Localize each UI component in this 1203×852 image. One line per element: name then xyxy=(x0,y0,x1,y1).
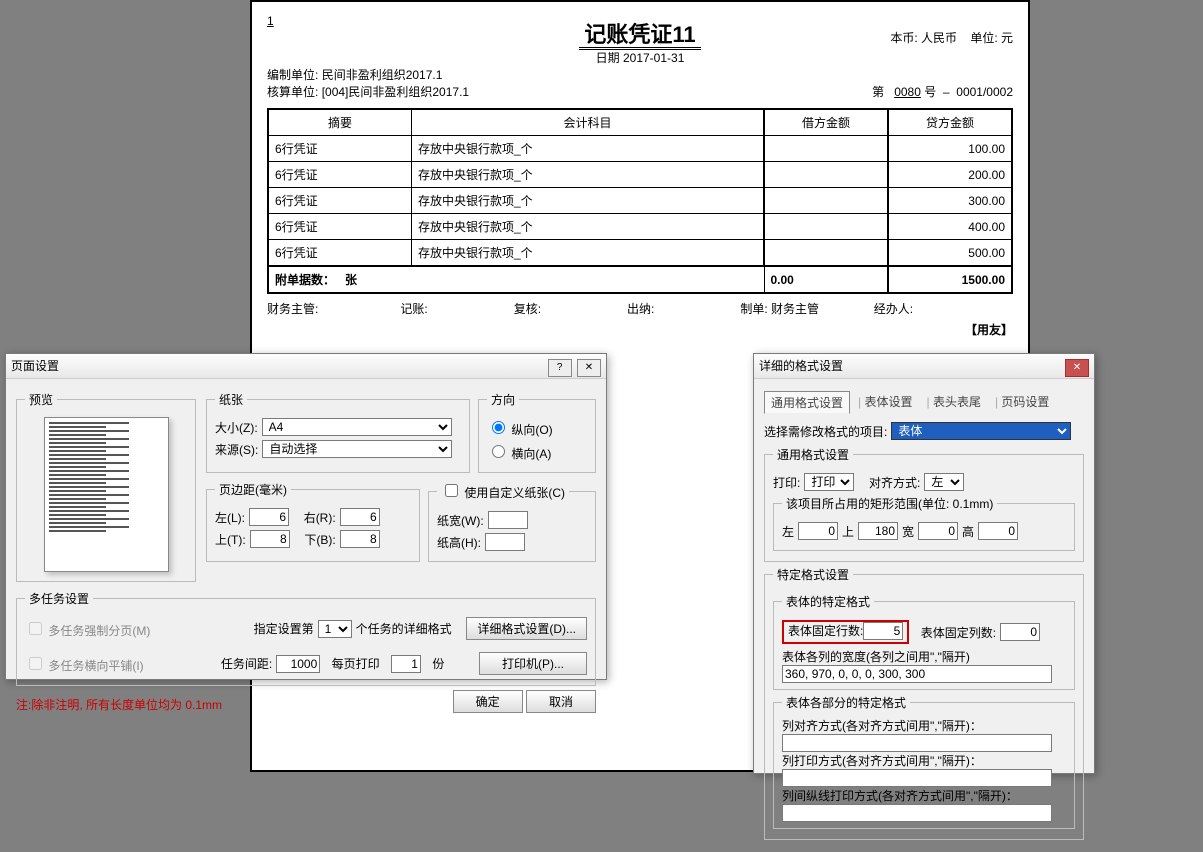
paper-size-select[interactable]: A4 xyxy=(262,418,452,436)
rect-width-input[interactable] xyxy=(918,522,958,540)
highlighted-fixrow: 表体固定行数: xyxy=(782,620,909,644)
per-page-input[interactable] xyxy=(391,655,421,673)
preview-group: 预览 xyxy=(16,391,196,582)
custom-paper-group: 使用自定义纸张(C) 纸宽(W): 纸高(H): xyxy=(428,481,596,562)
task-gap-input[interactable] xyxy=(276,655,320,673)
voucher-table: 摘要 会计科目 借方金额 贷方金额 6行凭证存放中央银行款项_个100.00 6… xyxy=(267,108,1013,294)
rect-height-input[interactable] xyxy=(978,522,1018,540)
dialog-title: 页面设置 xyxy=(11,354,59,378)
voucher-sequence: 第 0080 号 – 0001/0002 xyxy=(872,83,1013,100)
paper-group: 纸张 大小(Z):A4 来源(S):自动选择 xyxy=(206,391,470,473)
detail-format-button[interactable]: 详细格式设置(D)... xyxy=(466,617,587,640)
item-select[interactable]: 表体 xyxy=(891,422,1071,440)
tab-body[interactable]: 表体设置 xyxy=(852,391,918,414)
sum-row: 附单据数： 张 0.001500.00 xyxy=(268,266,1012,293)
brand-mark: 【用友】 xyxy=(267,321,1013,338)
dialog-titlebar: 详细的格式设置 ✕ xyxy=(754,354,1094,379)
force-page-checkbox[interactable]: 多任务强制分页(M) xyxy=(25,619,150,639)
table-row: 6行凭证存放中央银行款项_个300.00 xyxy=(268,188,1012,214)
margin-top-input[interactable] xyxy=(250,530,290,548)
preview-thumb xyxy=(44,417,169,572)
dialog-title: 详细的格式设置 xyxy=(759,354,843,378)
specific-format-group: 特定格式设置 表体的特定格式 表体固定行数: 表体固定列数: 表体各列的宽度(各… xyxy=(764,566,1084,840)
voucher-footer: 财务主管: 记账: 复核: 出纳: 制单: 财务主管 经办人: xyxy=(267,300,1013,317)
rect-left-input[interactable] xyxy=(798,522,838,540)
margin-bottom-input[interactable] xyxy=(340,530,380,548)
detail-format-dialog: 详细的格式设置 ✕ 通用格式设置 表体设置 表头表尾 页码设置 选择需修改格式的… xyxy=(753,353,1095,774)
paper-width-input xyxy=(488,511,528,529)
fixcol-input[interactable] xyxy=(1000,623,1040,641)
table-row: 6行凭证存放中央银行款项_个400.00 xyxy=(268,214,1012,240)
table-row: 6行凭证存放中央银行款项_个200.00 xyxy=(268,162,1012,188)
print-select[interactable]: 打印 xyxy=(804,473,854,491)
portrait-radio[interactable]: 纵向(O) xyxy=(487,418,553,438)
general-format-group: 通用格式设置 打印:打印 对齐方式:左 该项目所占用的矩形范围(单位: 0.1m… xyxy=(764,446,1084,562)
printer-button[interactable]: 打印机(P)... xyxy=(479,652,587,675)
multi-task-group: 多任务设置 多任务强制分页(M) 指定设置第 1 个任务的详细格式 详细格式设置… xyxy=(16,590,596,686)
custom-paper-checkbox[interactable] xyxy=(445,484,458,497)
tab-bar: 通用格式设置 表体设置 表头表尾 页码设置 xyxy=(764,391,1084,414)
close-button[interactable]: ✕ xyxy=(1065,359,1089,377)
dialog-titlebar: 页面设置 ? ✕ xyxy=(6,354,606,379)
cancel-button[interactable]: 取消 xyxy=(526,690,596,713)
parts-spec-group: 表体各部分的特定格式 列对齐方式(各对齐方式间用","隔开)： 列打印方式(各对… xyxy=(773,694,1075,829)
tab-general[interactable]: 通用格式设置 xyxy=(764,391,850,414)
close-button[interactable]: ✕ xyxy=(577,359,601,377)
ok-button[interactable]: 确定 xyxy=(453,690,523,713)
tab-pagenum[interactable]: 页码设置 xyxy=(989,391,1055,414)
page-setup-dialog: 页面设置 ? ✕ 预览 纸张 大小(Z):A4 来源( xyxy=(5,353,607,680)
org-line: 编制单位: 民间非盈利组织2017.1 核算单位: [004]民间非盈利组织20… xyxy=(267,66,469,100)
col-widths-input[interactable] xyxy=(782,665,1052,683)
task-index-select[interactable]: 1 xyxy=(318,620,352,638)
col-align-input[interactable] xyxy=(782,734,1052,752)
orientation-group: 方向 纵向(O) 横向(A) xyxy=(478,391,596,473)
note-text: 注:除非注明, 所有长度单位均为 0.1mm xyxy=(16,696,222,713)
voucher-date: 日期 2017-01-31 xyxy=(267,49,1013,66)
body-spec-group: 表体的特定格式 表体固定行数: 表体固定列数: 表体各列的宽度(各列之间用","… xyxy=(773,593,1075,690)
table-row: 6行凭证存放中央银行款项_个500.00 xyxy=(268,240,1012,267)
paper-source-select[interactable]: 自动选择 xyxy=(262,440,452,458)
rect-top-input[interactable] xyxy=(858,522,898,540)
margin-right-input[interactable] xyxy=(340,508,380,526)
paper-height-input xyxy=(485,533,525,551)
rect-group: 该项目所占用的矩形范围(单位: 0.1mm) 左 上 宽 高 xyxy=(773,495,1075,551)
margin-left-input[interactable] xyxy=(249,508,289,526)
col-vline-input[interactable] xyxy=(782,804,1052,822)
landscape-radio[interactable]: 横向(A) xyxy=(487,442,551,462)
table-row: 6行凭证存放中央银行款项_个100.00 xyxy=(268,136,1012,162)
tab-header-footer[interactable]: 表头表尾 xyxy=(920,391,986,414)
fixrow-input[interactable] xyxy=(863,622,903,640)
page-indicator: 1 xyxy=(267,14,274,28)
align-select[interactable]: 左 xyxy=(924,473,964,491)
currency-unit: 本币: 人民币 单位: 元 xyxy=(890,29,1013,46)
tile-checkbox[interactable]: 多任务横向平铺(I) xyxy=(25,654,144,674)
help-button[interactable]: ? xyxy=(548,359,572,377)
margin-group: 页边距(毫米) 左(L): 右(R): 上(T): 下(B): xyxy=(206,481,420,562)
